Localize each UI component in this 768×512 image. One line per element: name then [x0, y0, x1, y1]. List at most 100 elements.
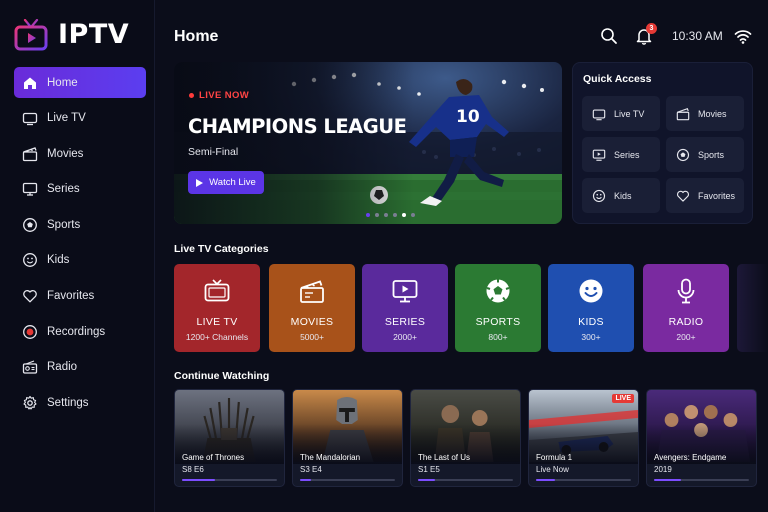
live-badge: LIVE — [612, 394, 634, 403]
heart-icon — [677, 190, 689, 202]
category-count: 2000+ — [393, 332, 417, 342]
sidebar-item-live-tv[interactable]: Live TV — [14, 103, 146, 134]
category-series[interactable]: SERIES 2000+ — [362, 264, 448, 352]
quick-access-label: Movies — [698, 108, 727, 119]
quick-access-panel: Quick Access Live TV Movies Series Sport… — [572, 62, 753, 224]
sidebar-item-label: Recordings — [47, 325, 106, 338]
carousel-dot[interactable] — [411, 213, 415, 217]
carousel-dot[interactable] — [366, 213, 370, 217]
sidebar-item-label: Settings — [47, 396, 89, 409]
tv-icon — [592, 108, 606, 120]
card-subtitle: S1 E5 — [418, 465, 440, 474]
categories-title: Live TV Categories — [174, 243, 269, 255]
sidebar-item-settings[interactable]: Settings — [14, 387, 146, 418]
carousel-dot[interactable] — [402, 213, 406, 217]
category-radio[interactable]: RADIO 200+ — [643, 264, 729, 352]
hero-overlay — [174, 62, 414, 224]
continue-card-the-mandalorian[interactable]: The Mandalorian S3 E4 — [292, 389, 403, 487]
page-title: Home — [174, 28, 219, 45]
continue-card-the-last-of-us[interactable]: The Last of Us S1 E5 — [410, 389, 521, 487]
card-title: The Mandalorian — [300, 453, 361, 462]
tv-icon — [204, 279, 230, 302]
app-logo[interactable]: IPTV — [14, 16, 129, 52]
gear-icon — [23, 395, 37, 410]
carousel-dot[interactable] — [384, 213, 388, 217]
progress-bar — [300, 479, 395, 481]
category-live-tv[interactable]: LIVE TV 1200+ Channels — [174, 264, 260, 352]
sidebar-item-home[interactable]: Home — [14, 67, 146, 98]
clock: 10:30 AM — [672, 29, 723, 43]
category-name: SPORTS — [475, 316, 521, 328]
sidebar-item-label: Radio — [47, 361, 78, 374]
category-count: 300+ — [581, 332, 601, 342]
category-sports[interactable]: SPORTS 800+ — [455, 264, 541, 352]
live-dot — [189, 93, 194, 98]
category-kids[interactable]: KIDS 300+ — [548, 264, 634, 352]
hero-banner[interactable]: 10 LIVE NOW CHAMPIONS LEAGUE Semi-Final … — [174, 62, 562, 224]
progress-fill — [536, 479, 555, 481]
microphone-icon — [677, 278, 695, 304]
quick-access-series[interactable]: Series — [582, 137, 660, 172]
app-name: IPTV — [58, 18, 130, 50]
clapperboard-icon — [300, 280, 324, 303]
card-subtitle: Live Now — [536, 465, 569, 474]
category-name: RADIO — [668, 316, 704, 328]
sidebar-item-label: Sports — [47, 218, 81, 231]
carousel-dots[interactable] — [366, 213, 415, 217]
category-movies[interactable]: MOVIES 5000+ — [269, 264, 355, 352]
continue-card-game-of-thrones[interactable]: Game of Thrones S8 E6 — [174, 389, 285, 487]
smiley-icon — [592, 189, 606, 202]
sidebar-item-recordings[interactable]: Recordings — [14, 316, 146, 347]
card-subtitle: S8 E6 — [182, 465, 204, 474]
progress-bar — [418, 479, 513, 481]
hero-subtitle: Semi-Final — [188, 146, 239, 158]
card-title: Formula 1 — [536, 453, 573, 462]
category-count: 800+ — [488, 332, 508, 342]
sidebar-item-radio[interactable]: Radio — [14, 352, 146, 383]
radio-icon — [22, 360, 38, 374]
sidebar-item-favorites[interactable]: Favorites — [14, 281, 146, 312]
quick-access-live-tv[interactable]: Live TV — [582, 96, 660, 131]
monitor-icon — [592, 149, 606, 161]
progress-fill — [182, 479, 216, 481]
category-name: MOVIES — [290, 316, 334, 328]
progress-bar — [654, 479, 749, 481]
sidebar-item-movies[interactable]: Movies — [14, 138, 146, 169]
sidebar-item-sports[interactable]: Sports — [14, 209, 146, 240]
home-icon — [24, 77, 36, 89]
quick-access-movies[interactable]: Movies — [666, 96, 744, 131]
heart-icon — [23, 290, 37, 303]
soccer-ball-icon — [676, 148, 690, 161]
quick-access-favorites[interactable]: Favorites — [666, 178, 744, 213]
sidebar-item-label: Live TV — [47, 112, 86, 125]
category-peek-next[interactable] — [737, 264, 768, 352]
sidebar: IPTV Home Live TV Movies Series Sports K… — [0, 0, 155, 512]
carousel-dot[interactable] — [375, 213, 379, 217]
continue-card-formula-1[interactable]: LIVE Formula 1 Live Now — [528, 389, 639, 487]
sidebar-item-label: Series — [47, 183, 80, 196]
carousel-dot[interactable] — [393, 213, 397, 217]
quick-access-kids[interactable]: Kids — [582, 178, 660, 213]
play-icon — [196, 178, 204, 187]
quick-access-sports[interactable]: Sports — [666, 137, 744, 172]
progress-bar — [536, 479, 631, 481]
quick-access-label: Favorites — [698, 190, 736, 201]
monitor-icon — [392, 280, 418, 303]
record-icon — [23, 324, 37, 339]
watch-live-button[interactable]: Watch Live — [188, 171, 264, 194]
sidebar-item-series[interactable]: Series — [14, 174, 146, 205]
category-name: SERIES — [384, 316, 426, 328]
clapperboard-icon — [676, 107, 690, 120]
category-count: 5000+ — [300, 332, 324, 342]
card-subtitle: 2019 — [654, 465, 672, 474]
logo-tv-icon — [14, 18, 48, 51]
card-subtitle: S3 E4 — [300, 465, 322, 474]
tv-icon — [22, 112, 38, 126]
soccer-ball-icon — [23, 217, 37, 232]
search-icon[interactable] — [600, 27, 618, 45]
continue-card-avengers-endgame[interactable]: Avengers: Endgame 2019 — [646, 389, 757, 487]
category-name: KIDS — [578, 316, 604, 328]
live-now-label: LIVE NOW — [199, 90, 250, 101]
sidebar-item-kids[interactable]: Kids — [14, 245, 146, 276]
soccer-ball-icon — [486, 279, 510, 303]
